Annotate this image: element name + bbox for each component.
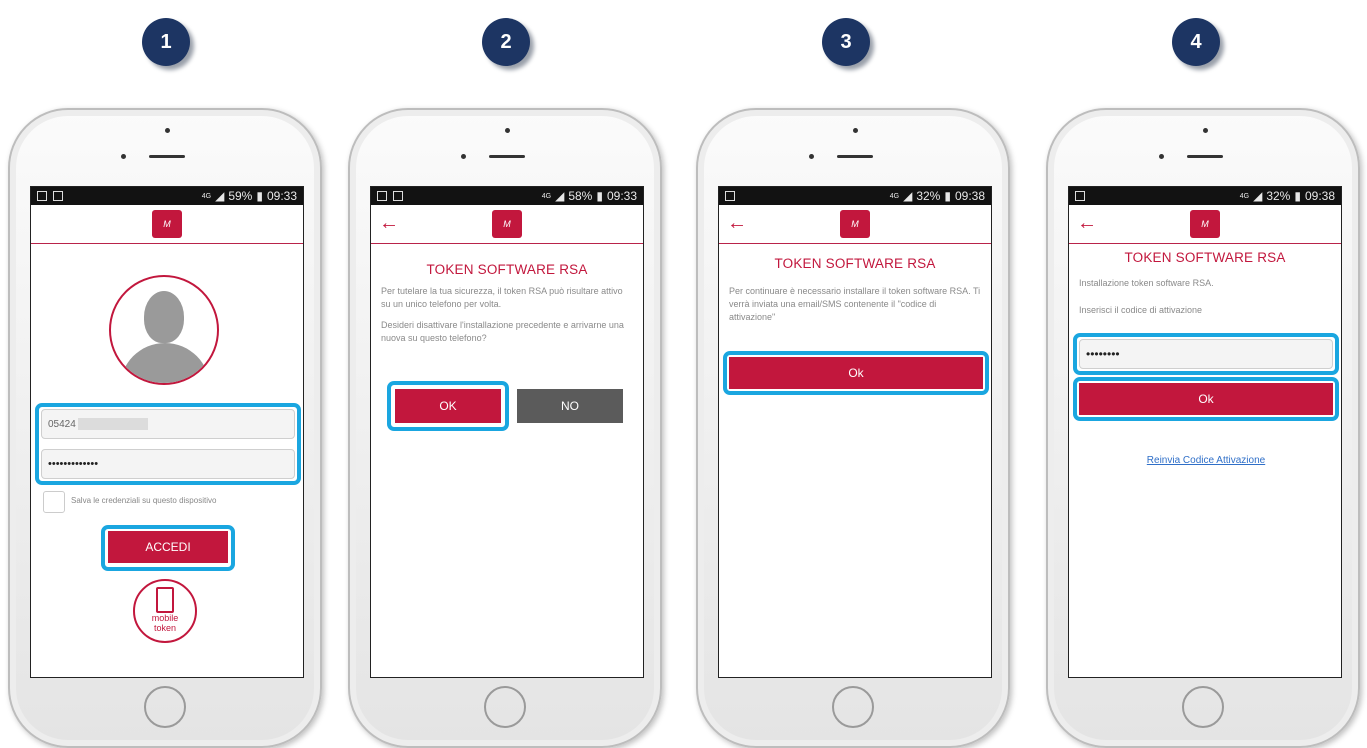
highlight-ok	[1073, 377, 1339, 421]
clock: 09:38	[1304, 189, 1335, 203]
phone-3: 4G ◢ 32% ▮ 09:38 ← M TOKEN SOFTWARE RSA …	[696, 108, 1010, 748]
earpiece-speaker	[1187, 155, 1223, 158]
highlight-ok	[387, 381, 509, 431]
home-button	[1182, 686, 1224, 728]
image-icon	[1075, 191, 1085, 201]
earpiece-speaker	[837, 155, 873, 158]
step-badge-1: 1	[142, 18, 190, 66]
install-info: Installazione token software RSA.	[1079, 278, 1214, 288]
highlight-code-field	[1073, 333, 1339, 375]
image-icon	[725, 191, 735, 201]
no-button[interactable]: NO	[517, 389, 623, 423]
signal-icon: ◢	[1253, 189, 1263, 203]
status-bar: 4G ◢ 32% ▮ 09:38	[719, 187, 991, 205]
sensor	[809, 154, 814, 159]
screen-activation-code: 4G ◢ 32% ▮ 09:38 ← M TOKEN SOFTWARE RSA …	[1068, 186, 1342, 678]
avatar-body	[120, 343, 210, 383]
app-header: ← M	[1069, 205, 1341, 244]
back-arrow-icon[interactable]: ←	[727, 211, 747, 235]
step-badge-2: 2	[482, 18, 530, 66]
screen-token-reinstall: 4G ◢ 58% ▮ 09:33 ← M TOKEN SOFTWARE RSA …	[370, 186, 644, 678]
sensor	[121, 154, 126, 159]
image-icon	[377, 191, 387, 201]
mobile-token-label: mobile	[151, 613, 179, 623]
network-type: 4G	[889, 192, 900, 200]
mail-icon	[393, 191, 403, 201]
highlight-ok	[723, 351, 989, 395]
earpiece-speaker	[149, 155, 185, 158]
home-button	[144, 686, 186, 728]
screen-login: 4G ◢ 59% ▮ 09:33 M 05424 ••••••••••••• S…	[30, 186, 304, 678]
phone-1: 4G ◢ 59% ▮ 09:33 M 05424 ••••••••••••• S…	[8, 108, 322, 748]
status-bar: 4G ◢ 59% ▮ 09:33	[31, 187, 303, 205]
battery-icon: ▮	[944, 189, 951, 203]
highlight-login	[101, 525, 235, 571]
resend-activation-link[interactable]: Reinvia Codice Attivazione	[1069, 455, 1341, 466]
step-badge-4: 4	[1172, 18, 1220, 66]
security-paragraph: Per tutelare la tua sicurezza, il token …	[381, 286, 623, 309]
front-camera	[1203, 128, 1208, 133]
question-paragraph: Desideri disattivare l'installazione pre…	[381, 320, 624, 343]
home-button	[484, 686, 526, 728]
avatar	[109, 275, 219, 385]
front-camera	[853, 128, 858, 133]
battery-level: 32%	[916, 189, 941, 203]
sensor	[1159, 154, 1164, 159]
battery-level: 59%	[228, 189, 253, 203]
app-logo: M	[152, 210, 182, 238]
page-title: TOKEN SOFTWARE RSA	[426, 262, 588, 277]
image-icon	[37, 191, 47, 201]
app-logo: M	[492, 210, 522, 238]
status-bar: 4G ◢ 58% ▮ 09:33	[371, 187, 643, 205]
app-logo: M	[840, 210, 870, 238]
phone-2: 4G ◢ 58% ▮ 09:33 ← M TOKEN SOFTWARE RSA …	[348, 108, 662, 748]
sensor	[461, 154, 466, 159]
home-button	[832, 686, 874, 728]
screen-token-install: 4G ◢ 32% ▮ 09:38 ← M TOKEN SOFTWARE RSA …	[718, 186, 992, 678]
battery-icon: ▮	[1294, 189, 1301, 203]
clock: 09:33	[266, 189, 297, 203]
network-type: 4G	[1239, 192, 1250, 200]
app-header: ← M	[371, 205, 643, 244]
page-title: TOKEN SOFTWARE RSA	[1124, 250, 1286, 265]
avatar-head	[144, 291, 184, 343]
mobile-token-label-2: token	[153, 623, 177, 633]
mail-icon	[53, 191, 63, 201]
page-title: TOKEN SOFTWARE RSA	[774, 256, 936, 271]
signal-icon: ◢	[555, 189, 565, 203]
network-type: 4G	[541, 192, 552, 200]
back-arrow-icon[interactable]: ←	[1077, 211, 1097, 235]
earpiece-speaker	[489, 155, 525, 158]
clock: 09:38	[954, 189, 985, 203]
phone-icon	[156, 587, 174, 613]
code-label: Inserisci il codice di attivazione	[1079, 305, 1203, 315]
battery-level: 32%	[1266, 189, 1291, 203]
front-camera	[165, 128, 170, 133]
signal-icon: ◢	[903, 189, 913, 203]
mobile-token-button[interactable]: mobile token	[133, 579, 197, 643]
step-badge-3: 3	[822, 18, 870, 66]
remember-checkbox[interactable]	[43, 491, 65, 513]
phone-4: 4G ◢ 32% ▮ 09:38 ← M TOKEN SOFTWARE RSA …	[1046, 108, 1360, 748]
signal-icon: ◢	[215, 189, 225, 203]
network-type: 4G	[201, 192, 212, 200]
app-header: ← M	[719, 205, 991, 244]
clock: 09:33	[606, 189, 637, 203]
back-arrow-icon[interactable]: ←	[379, 211, 399, 235]
highlight-credentials	[35, 403, 301, 485]
battery-icon: ▮	[596, 189, 603, 203]
remember-label: Salva le credenziali su questo dispositi…	[71, 496, 217, 505]
app-logo: M	[1190, 210, 1220, 238]
front-camera	[505, 128, 510, 133]
battery-level: 58%	[568, 189, 593, 203]
install-paragraph: Per continuare è necessario installare i…	[729, 286, 981, 322]
status-bar: 4G ◢ 32% ▮ 09:38	[1069, 187, 1341, 205]
app-header: M	[31, 205, 303, 244]
battery-icon: ▮	[256, 189, 263, 203]
